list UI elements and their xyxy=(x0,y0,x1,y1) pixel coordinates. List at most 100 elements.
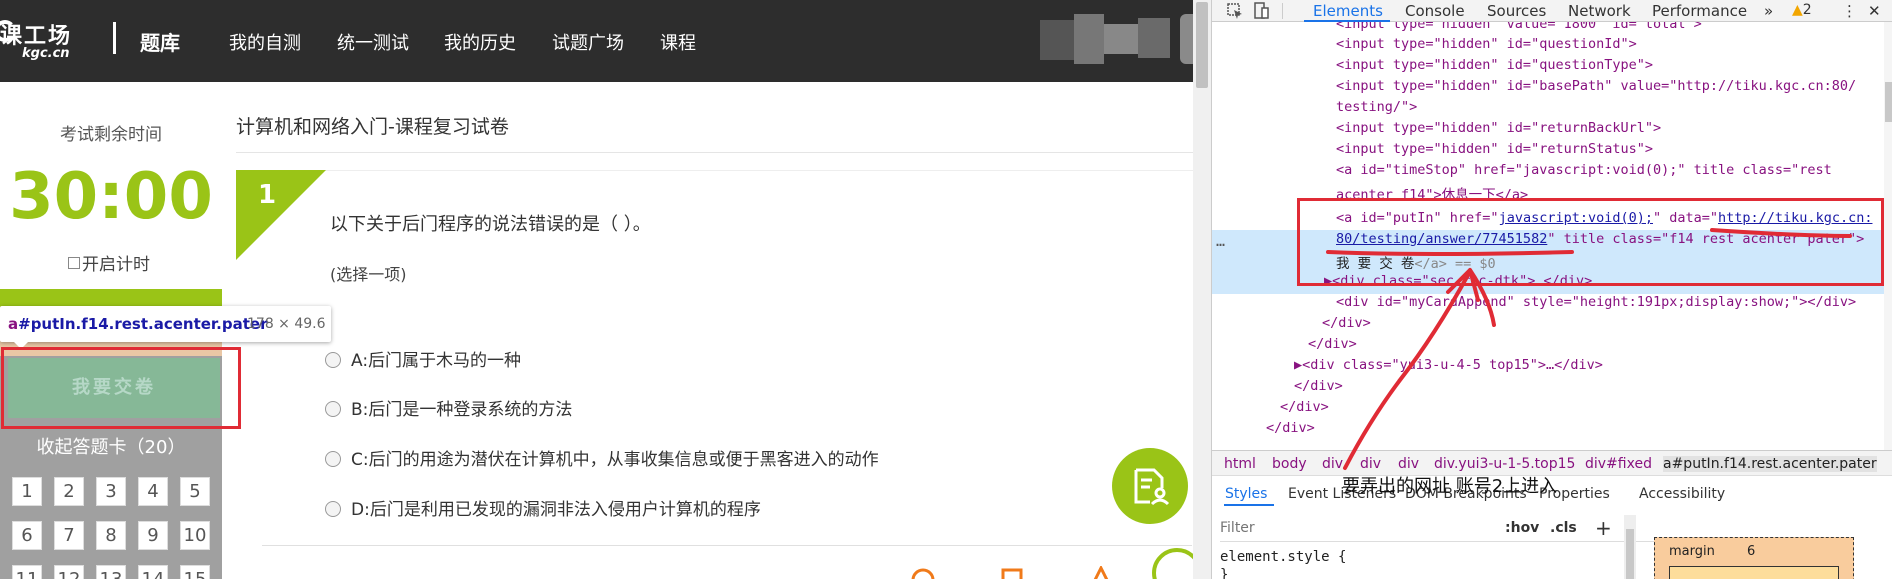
dom-line[interactable]: <input type="hidden" id="questionId"> xyxy=(1336,36,1637,52)
hover-state-toggle[interactable]: :hov xyxy=(1505,520,1539,536)
question-number-button[interactable]: 8 xyxy=(96,521,126,550)
element-style-rule-close: } xyxy=(1220,567,1229,579)
nav-courses[interactable]: 课程 xyxy=(660,29,696,55)
new-style-rule-button[interactable]: + xyxy=(1595,516,1612,540)
radio-icon[interactable] xyxy=(325,401,341,417)
tab-styles[interactable]: Styles xyxy=(1225,486,1267,502)
dom-line[interactable]: <input type="hidden" id="basePath" value… xyxy=(1336,78,1856,94)
dom-line[interactable]: </div> xyxy=(1322,315,1371,331)
tab-console[interactable]: Console xyxy=(1405,2,1465,20)
class-toggle[interactable]: .cls xyxy=(1550,520,1577,536)
radio-icon[interactable] xyxy=(325,451,341,467)
crumb-div-fixed[interactable]: div#fixed xyxy=(1585,456,1652,472)
checkbox-icon[interactable] xyxy=(68,257,80,269)
crumb-html[interactable]: html xyxy=(1224,456,1256,472)
scrollbar-thumb[interactable] xyxy=(1626,529,1634,579)
dom-line[interactable]: </div> xyxy=(1308,336,1357,352)
option-b[interactable]: B:后门是一种登录系统的方法 xyxy=(325,395,572,420)
dom-line[interactable]: <input type="hidden" id="returnBackUrl"> xyxy=(1336,120,1661,136)
devtools-menu-icon[interactable]: ⋮ xyxy=(1842,2,1857,20)
timer-value: 30:00 xyxy=(9,160,213,234)
styles-scrollbar[interactable] xyxy=(1624,515,1636,579)
option-text: 后门的用途为潜伏在计算机中，从事收集信息或便于黑客进入的动作 xyxy=(368,450,879,470)
inspector-dimensions: 178 × 49.6 xyxy=(247,316,326,332)
styles-filter-input[interactable] xyxy=(1220,516,1440,540)
question-number-button[interactable]: 9 xyxy=(138,521,168,550)
crumb-selected-element[interactable]: a#putIn.f14.rest.acenter.pater xyxy=(1663,456,1877,472)
question-number-button[interactable]: 2 xyxy=(54,477,84,506)
question-number-button[interactable]: 12 xyxy=(54,565,84,579)
option-a[interactable]: A:后门属于木马的一种 xyxy=(325,346,521,371)
scrollbar-thumb[interactable] xyxy=(1885,82,1892,122)
node-actions-icon[interactable]: … xyxy=(1216,232,1225,250)
dom-line[interactable]: <a id="timeStop" href="javascript:void(0… xyxy=(1336,162,1832,178)
dom-line[interactable]: </div> xyxy=(1294,378,1343,394)
question-number-button[interactable]: 1 xyxy=(12,477,42,506)
radio-icon[interactable] xyxy=(325,501,341,517)
logo-domain: kgc.cn xyxy=(22,46,70,61)
box-model-diagram: margin 6 xyxy=(1654,537,1854,579)
side-tab-handle[interactable] xyxy=(1180,14,1193,64)
question-number-button[interactable]: 6 xyxy=(12,521,42,550)
dom-line[interactable]: <div id="myCardAppend" style="height:191… xyxy=(1336,294,1856,310)
option-d[interactable]: D:后门是利用已发现的漏洞非法入侵用户计算机的程序 xyxy=(325,495,761,520)
question-number-button[interactable]: 13 xyxy=(96,565,126,579)
feedback-button[interactable] xyxy=(1112,448,1188,524)
crumb-div[interactable]: div xyxy=(1360,456,1381,472)
page-scrollbar[interactable] xyxy=(1193,0,1211,579)
question-number-button[interactable]: 4 xyxy=(138,477,168,506)
question-number-button[interactable]: 3 xyxy=(96,477,126,506)
dom-tree-scrollbar[interactable] xyxy=(1884,22,1892,450)
nav-my-selftest[interactable]: 我的自测 xyxy=(229,29,301,55)
dom-line[interactable]: <input type="hidden" value="1800" id="to… xyxy=(1336,22,1702,32)
question-number-button[interactable]: 15 xyxy=(180,565,210,579)
box-model-border xyxy=(1669,566,1839,579)
tab-sources[interactable]: Sources xyxy=(1487,2,1546,20)
site-title[interactable]: 题库 xyxy=(140,27,180,56)
question-number-button[interactable]: 11 xyxy=(12,565,42,579)
crumb-div[interactable]: div xyxy=(1322,456,1343,472)
dom-line[interactable]: </div> xyxy=(1266,420,1315,436)
crumb-div[interactable]: div xyxy=(1398,456,1419,472)
user-avatar-blurred[interactable] xyxy=(1040,14,1180,64)
dom-line[interactable]: testing/"> xyxy=(1336,99,1417,115)
tab-elements[interactable]: Elements xyxy=(1313,2,1383,20)
warnings-counter[interactable]: ▲2 xyxy=(1792,2,1812,18)
nav-divider xyxy=(113,22,116,54)
box-model-margin-value[interactable]: 6 xyxy=(1747,544,1755,559)
nav-my-history[interactable]: 我的历史 xyxy=(444,29,516,55)
bookmark-icon[interactable] xyxy=(1088,566,1114,579)
nav-unified-test[interactable]: 统一测试 xyxy=(337,29,409,55)
annotation-highlight-box xyxy=(1297,198,1884,286)
tab-accessibility[interactable]: Accessibility xyxy=(1639,486,1725,502)
dom-line[interactable]: <input type="hidden" id="questionType"> xyxy=(1336,57,1653,73)
question-number-button[interactable]: 10 xyxy=(180,521,210,550)
site-logo[interactable]: 课工场 kgc.cn xyxy=(0,14,100,68)
close-devtools-icon[interactable]: ✕ xyxy=(1868,2,1881,20)
tab-network[interactable]: Network xyxy=(1568,2,1631,20)
radio-icon[interactable] xyxy=(325,352,341,368)
device-toolbar-icon[interactable] xyxy=(1252,2,1270,20)
inspect-element-icon[interactable] xyxy=(1226,2,1244,20)
dom-line[interactable]: ▶<div class="yui3-u-4-5 top15">…</div> xyxy=(1294,357,1603,373)
answer-card-toggle[interactable]: 收起答题卡（20） xyxy=(0,433,222,459)
nav-question-square[interactable]: 试题广场 xyxy=(552,29,624,55)
timer-toggle-checkbox[interactable]: 开启计时 xyxy=(68,250,150,275)
exam-page: 课工场 kgc.cn 题库 我的自测 统一测试 我的历史 试题广场 课程 考试剩… xyxy=(0,0,1193,579)
flag-icon[interactable] xyxy=(1000,566,1026,579)
more-tabs-button[interactable]: » xyxy=(1764,2,1773,20)
dom-line[interactable]: <input type="hidden" id="returnStatus"> xyxy=(1336,141,1653,157)
question-number-button[interactable]: 14 xyxy=(138,565,168,579)
question-number-button[interactable]: 7 xyxy=(54,521,84,550)
element-style-rule[interactable]: element.style { xyxy=(1220,549,1346,565)
option-key: D: xyxy=(351,500,370,520)
dom-line[interactable]: </div> xyxy=(1280,399,1329,415)
crumb-div-yui3[interactable]: div.yui3-u-1-5.top15 xyxy=(1434,456,1575,472)
question-number-button[interactable]: 5 xyxy=(180,477,210,506)
top-navigation-bar: 课工场 kgc.cn 题库 我的自测 统一测试 我的历史 试题广场 课程 xyxy=(0,0,1193,82)
crumb-body[interactable]: body xyxy=(1272,456,1307,472)
circle-icon[interactable] xyxy=(910,566,936,579)
tab-performance[interactable]: Performance xyxy=(1652,2,1747,20)
scrollbar-thumb[interactable] xyxy=(1196,2,1208,88)
option-c[interactable]: C:后门的用途为潜伏在计算机中，从事收集信息或便于黑客进入的动作 xyxy=(325,445,879,470)
